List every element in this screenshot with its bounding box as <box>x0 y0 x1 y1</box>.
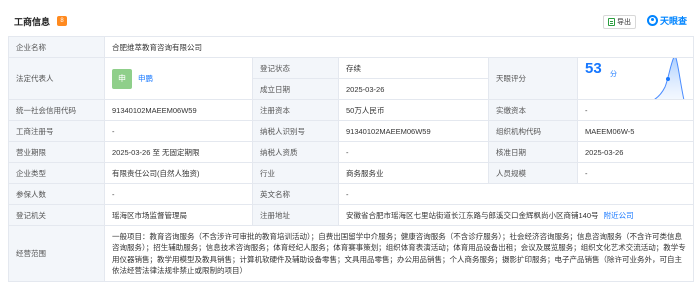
field-label: 纳税人识别号 <box>252 120 339 142</box>
status-badge: 存续 <box>338 57 489 79</box>
field-label: 注册地址 <box>252 204 339 226</box>
insured-count: - <box>104 183 253 205</box>
field-label: 天眼评分 <box>488 57 578 100</box>
reg-address: 安徽省合肥市瑶海区七里站街道长江东路与郎溪交口金辉枫尚小区商铺140号 <box>346 210 599 220</box>
field-label: 经营范围 <box>8 225 105 282</box>
field-label: 参保人数 <box>8 183 105 205</box>
credit-code: 91340102MAEEM06W59 <box>104 99 253 121</box>
field-label: 登记状态 <box>252 57 339 79</box>
table-row: 统一社会信用代码 91340102MAEEM06W59 注册资本 50万人民币 … <box>8 99 694 121</box>
field-label: 登记机关 <box>8 204 105 226</box>
rating-curve-chart <box>654 58 685 99</box>
legal-rep-cell: 申 申鹏 <box>104 57 253 100</box>
field-label: 注册资本 <box>252 99 339 121</box>
reg-authority: 瑶海区市场监督管理局 <box>104 204 253 226</box>
field-label: 营业期限 <box>8 141 105 163</box>
field-label: 实缴资本 <box>488 99 578 121</box>
taxpayer-qualification: - <box>338 141 489 163</box>
field-label: 法定代表人 <box>8 57 105 100</box>
rating-unit: 分 <box>610 70 617 78</box>
table-row: 参保人数 - 英文名称 - <box>8 183 694 205</box>
field-label: 企业名称 <box>8 36 105 58</box>
field-label: 统一社会信用代码 <box>8 99 105 121</box>
table-row: 经营范围 一般项目：教育咨询服务（不含涉许可审批的教育培训活动）；自费出国留学中… <box>8 225 694 282</box>
field-label: 组织机构代码 <box>488 120 578 142</box>
rating-score: 53 <box>585 59 602 77</box>
business-scope: 一般项目：教育咨询服务（不含涉许可审批的教育培训活动）；自费出国留学中介服务；健… <box>104 225 694 282</box>
field-label: 成立日期 <box>252 78 339 100</box>
table-row: 企业类型 有限责任公司(自然人独资) 行业 商务服务业 人员规模 - <box>8 162 694 184</box>
approval-date: 2025-03-26 <box>577 141 694 163</box>
brand-name: 天眼查 <box>660 16 688 26</box>
export-button[interactable]: 导出 <box>603 15 636 29</box>
table-row: 登记机关 瑶海区市场监督管理局 注册地址 安徽省合肥市瑶海区七里站街道长江东路与… <box>8 204 694 226</box>
staff-size: - <box>577 162 694 184</box>
brand-logo[interactable]: 天眼查 <box>647 14 687 27</box>
field-label: 核准日期 <box>488 141 578 163</box>
company-type: 有限责任公司(自然人独资) <box>104 162 253 184</box>
industry: 商务服务业 <box>338 162 489 184</box>
excel-icon <box>608 18 615 26</box>
tianyancha-logo-icon <box>647 15 658 26</box>
field-label: 纳税人资质 <box>252 141 339 163</box>
table-row: 工商注册号 - 纳税人识别号 91340102MAEEM06W59 组织机构代码… <box>8 120 694 142</box>
business-term: 2025-03-26 至 无固定期限 <box>104 141 253 163</box>
field-label: 英文名称 <box>252 183 339 205</box>
reg-capital: 50万人民币 <box>338 99 489 121</box>
company-name: 合肥维萃教育咨询有限公司 <box>104 36 694 58</box>
rating-marker <box>666 76 670 81</box>
field-label: 人员规模 <box>488 162 578 184</box>
field-label: 企业类型 <box>8 162 105 184</box>
rating-cell[interactable]: 53 分 <box>577 57 694 100</box>
reg-no: - <box>104 120 253 142</box>
english-name: - <box>338 183 694 205</box>
section-title: 工商信息 <box>14 17 51 27</box>
business-info-table: 企业名称 合肥维萃教育咨询有限公司 法定代表人 申 申鹏 登记状态 存续 天眼评… <box>8 36 694 282</box>
table-row: 法定代表人 申 申鹏 登记状态 存续 天眼评分 53 分 <box>8 57 694 100</box>
legal-rep-link[interactable]: 申鹏 <box>138 73 153 84</box>
nearby-companies-link[interactable]: 附近公司 <box>604 211 634 220</box>
field-label: 行业 <box>252 162 339 184</box>
field-label: 工商注册号 <box>8 120 105 142</box>
section-header: 工商信息 8 导出 天眼查 <box>0 0 700 34</box>
avatar: 申 <box>112 68 132 89</box>
org-code: MAEEM06W-5 <box>577 120 694 142</box>
table-row: 企业名称 合肥维萃教育咨询有限公司 <box>8 36 694 58</box>
table-row: 营业期限 2025-03-26 至 无固定期限 纳税人资质 - 核准日期 202… <box>8 141 694 163</box>
reg-address-cell: 安徽省合肥市瑶海区七里站街道长江东路与郎溪交口金辉枫尚小区商铺140号 附近公司 <box>338 204 694 226</box>
export-label: 导出 <box>617 19 631 26</box>
est-date: 2025-03-26 <box>338 78 489 100</box>
paid-capital: - <box>577 99 694 121</box>
section-badge: 8 <box>57 16 67 26</box>
taxpayer-id: 91340102MAEEM06W59 <box>338 120 489 142</box>
